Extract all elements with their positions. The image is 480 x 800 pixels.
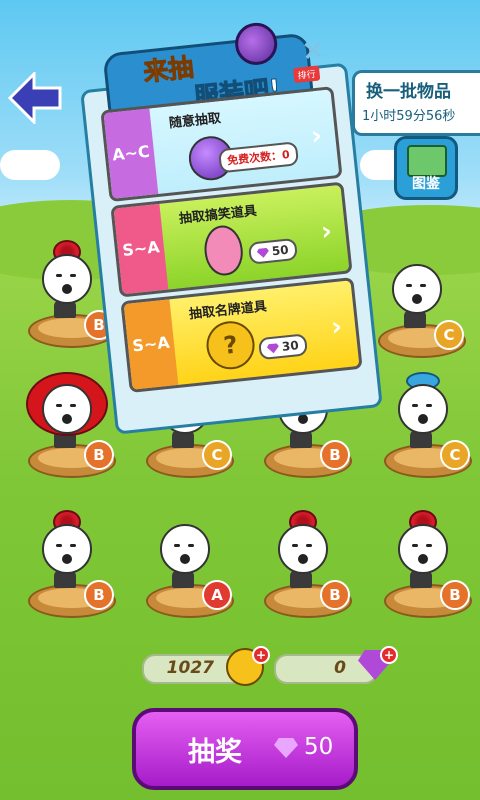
mystery-egg-icon — [202, 223, 246, 278]
dialog-title-line1: 来抽 — [142, 52, 196, 87]
rank-tag[interactable]: 排行 — [292, 65, 321, 84]
cost-value: 50 — [271, 242, 290, 259]
option-cost: 30 — [257, 333, 308, 361]
gacha-dialog: 来抽 服装吧! × 排行 A~C 随意抽取 免费次数：0 › S~A 抽取搞笑道… — [77, 20, 383, 436]
refresh-items-label: 换一批物品 — [366, 82, 451, 102]
collection-label: 图鉴 — [412, 176, 440, 192]
gem-icon — [274, 738, 298, 758]
draw-label: 抽奖 — [188, 737, 242, 768]
mouth — [62, 414, 72, 424]
grade-badge: B — [320, 580, 350, 610]
eye — [56, 404, 62, 407]
character-head — [160, 524, 210, 574]
option-grade-tag: S~A — [123, 299, 179, 390]
game-scene: 换一批物品 1小时59分56秒 图鉴 BCBCBCBABB 来抽 服装吧! × … — [0, 0, 480, 800]
character-slot[interactable]: C — [376, 370, 476, 480]
character-slot[interactable]: B — [20, 370, 120, 480]
eye — [420, 284, 426, 287]
character-slot[interactable]: B — [20, 510, 120, 620]
option-grade-tag: S~A — [113, 203, 169, 295]
grade-badge: B — [84, 440, 114, 470]
grade-badge: B — [320, 440, 350, 470]
gem-icon — [267, 343, 280, 354]
gacha-ball-icon — [233, 20, 280, 67]
mouth — [418, 414, 428, 424]
grade-badge: C — [202, 440, 232, 470]
character-slot[interactable]: C — [370, 250, 470, 360]
chevron-right-icon: › — [319, 216, 334, 248]
eye — [70, 544, 76, 547]
character-head — [392, 264, 442, 314]
eye — [56, 544, 62, 547]
close-icon[interactable]: × — [298, 32, 329, 67]
eye — [306, 544, 312, 547]
gem-icon — [257, 247, 270, 258]
free-count-badge: 免费次数：0 — [218, 141, 299, 174]
mouth — [298, 554, 308, 564]
eye — [412, 404, 418, 407]
eye — [70, 274, 76, 277]
grade-badge: A — [202, 580, 232, 610]
cloud — [0, 150, 60, 180]
draw-cost: 50 — [304, 734, 334, 760]
eye — [56, 274, 62, 277]
eye — [70, 404, 76, 407]
character-head — [398, 524, 448, 574]
refresh-timer: 1小时59分56秒 — [362, 109, 456, 124]
grade-badge: C — [440, 440, 470, 470]
mouth — [180, 554, 190, 564]
option-cost: 50 — [247, 237, 298, 265]
eye — [174, 544, 180, 547]
character-slot[interactable]: B — [376, 510, 476, 620]
chevron-right-icon: › — [309, 120, 324, 152]
grade-badge: C — [434, 320, 464, 350]
eye — [406, 284, 412, 287]
character-head — [398, 384, 448, 434]
draw-button[interactable]: 抽奖 50 — [132, 708, 358, 790]
mouth — [62, 554, 72, 564]
gold-value: 1027 — [166, 658, 214, 678]
eye — [412, 544, 418, 547]
character-head — [42, 524, 92, 574]
grade-badge: B — [440, 580, 470, 610]
add-gems-button[interactable]: + — [380, 646, 398, 664]
chevron-right-icon: › — [329, 311, 344, 343]
eye — [292, 544, 298, 547]
mystery-coin-icon: ? — [204, 318, 257, 372]
eye — [426, 544, 432, 547]
collection-button[interactable]: 图鉴 — [394, 136, 458, 200]
character-slot[interactable]: B — [256, 510, 356, 620]
mouth — [62, 284, 72, 294]
grade-badge: B — [84, 580, 114, 610]
option-title: 随意抽取 — [168, 111, 222, 132]
mouth — [412, 294, 422, 304]
back-arrow-icon[interactable] — [8, 72, 62, 124]
eye — [426, 404, 432, 407]
character-head — [42, 384, 92, 434]
eye — [188, 544, 194, 547]
character-head — [278, 524, 328, 574]
option-grade-tag: A~C — [103, 108, 159, 199]
character-slot[interactable]: A — [138, 510, 238, 620]
option-title: 抽取搞笑道具 — [178, 203, 258, 227]
gem-value: 0 — [334, 658, 346, 678]
option-title: 抽取名牌道具 — [188, 299, 268, 323]
character-head — [42, 254, 92, 304]
cost-value: 30 — [281, 338, 300, 354]
mouth — [418, 554, 428, 564]
add-gold-button[interactable]: + — [252, 646, 270, 664]
